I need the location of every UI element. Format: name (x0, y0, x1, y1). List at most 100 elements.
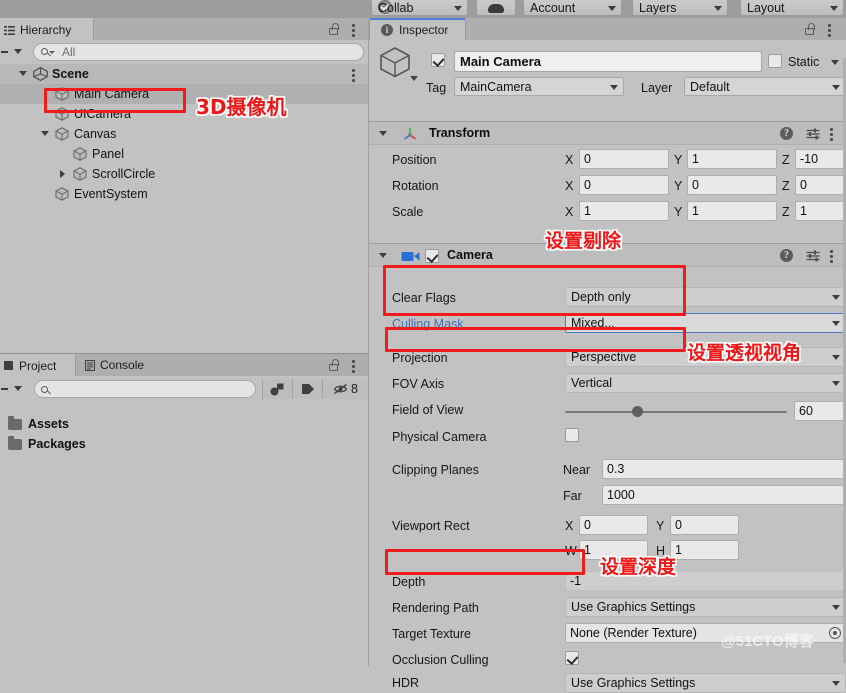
scale-y-input[interactable]: 1 (687, 201, 777, 221)
layer-dropdown[interactable]: Default (684, 77, 846, 96)
rotation-y-input[interactable]: 0 (687, 175, 777, 195)
hierarchy-row-eventsystem[interactable]: EventSystem (0, 184, 368, 204)
gameobject-active-checkbox[interactable] (431, 53, 445, 67)
object-picker-icon[interactable] (829, 627, 841, 639)
project-row-packages[interactable]: Packages (0, 434, 368, 454)
scene-menu-icon[interactable] (352, 69, 356, 84)
rendering-path-dropdown[interactable]: Use Graphics Settings (565, 597, 846, 617)
layer-value: Default (690, 79, 730, 94)
twisty-open-icon[interactable] (41, 131, 49, 136)
field-of-view-input[interactable]: 60 (794, 401, 846, 421)
chevron-down-icon (14, 49, 22, 54)
culling-mask-dropdown[interactable]: Mixed... (565, 313, 846, 333)
filter-by-type-button[interactable] (262, 379, 292, 399)
hierarchy-row-uicamera[interactable]: UICamera (0, 104, 368, 124)
cloud-button[interactable] (476, 0, 516, 16)
hierarchy-panel: Hierarchy All Scene Main Camera UICamera… (0, 18, 369, 353)
near-label: Near (563, 463, 591, 477)
viewport-h-input[interactable]: 1 (670, 540, 739, 560)
tab-console-label: Console (100, 358, 145, 372)
twisty-closed-icon[interactable] (60, 170, 65, 178)
twisty-open-icon[interactable] (379, 253, 387, 258)
tab-hierarchy[interactable]: Hierarchy (0, 18, 94, 40)
hierarchy-row-panel[interactable]: Panel (0, 144, 368, 164)
viewport-x-input[interactable]: 0 (579, 515, 648, 535)
hdr-dropdown[interactable]: Use Graphics Settings (565, 673, 846, 693)
scale-z-input[interactable]: 1 (795, 201, 846, 221)
hierarchy-label-panel: Panel (92, 147, 124, 161)
hierarchy-menu-icon[interactable] (352, 24, 356, 39)
hierarchy-row-scene[interactable]: Scene (0, 64, 368, 84)
chevron-down-icon (832, 355, 840, 360)
occlusion-culling-checkbox[interactable] (565, 651, 579, 665)
layout-button[interactable]: Layout (740, 0, 844, 16)
gameobject-header: Main Camera Static Tag MainCamera Layer … (369, 40, 846, 96)
chevron-down-icon[interactable] (410, 76, 418, 81)
tag-label: Tag (426, 81, 447, 95)
viewport-y-input[interactable]: 0 (670, 515, 739, 535)
camera-enabled-checkbox[interactable] (425, 249, 439, 263)
clipping-far-input[interactable]: 1000 (602, 485, 846, 505)
rotation-x-input[interactable]: 0 (579, 175, 669, 195)
preset-icon[interactable] (806, 250, 820, 262)
transform-component-header[interactable]: Transform ? (369, 121, 846, 145)
physical-camera-checkbox[interactable] (565, 428, 579, 442)
position-z-input[interactable]: -10 (795, 149, 846, 169)
help-icon[interactable]: ? (780, 127, 793, 140)
position-x-input[interactable]: 0 (579, 149, 669, 169)
lock-icon[interactable] (328, 23, 339, 35)
camera-menu-icon[interactable] (830, 250, 834, 265)
hidden-items-count: 8 (351, 382, 358, 396)
static-checkbox[interactable] (768, 54, 782, 68)
tab-project-label: Project (19, 359, 57, 373)
camera-title: Camera (447, 248, 493, 262)
rendering-path-label: Rendering Path (392, 601, 479, 615)
tab-console[interactable]: Console (78, 354, 173, 376)
lock-icon[interactable] (804, 23, 815, 35)
search-icon (41, 48, 48, 55)
position-y-input[interactable]: 1 (687, 149, 777, 169)
field-of-view-slider-knob[interactable] (632, 406, 643, 417)
project-search-input[interactable] (34, 380, 256, 398)
rotation-z-input[interactable]: 0 (795, 175, 846, 195)
gameobject-name-input[interactable]: Main Camera (454, 51, 762, 72)
hierarchy-row-scrollcircle[interactable]: ScrollCircle (0, 164, 368, 184)
project-create-menu-button[interactable] (0, 376, 30, 402)
project-menu-icon[interactable] (352, 360, 356, 375)
create-menu-button[interactable] (0, 40, 30, 64)
clear-flags-value: Depth only (571, 290, 631, 304)
tab-inspector[interactable]: i Inspector (369, 18, 466, 40)
project-row-assets[interactable]: Assets (0, 414, 368, 434)
static-dropdown-arrow[interactable] (831, 60, 839, 65)
rotation-y-value: 0 (692, 178, 699, 192)
viewport-y-label: Y (656, 519, 665, 533)
lock-icon[interactable] (328, 359, 339, 371)
depth-label: Depth (392, 575, 426, 589)
fov-axis-dropdown[interactable]: Vertical (565, 373, 846, 393)
eye-hidden-icon (333, 383, 348, 395)
tag-dropdown[interactable]: MainCamera (454, 77, 624, 96)
account-button[interactable]: Account (523, 0, 622, 16)
clipping-near-input[interactable]: 0.3 (602, 459, 846, 479)
clear-flags-dropdown[interactable]: Depth only (565, 287, 846, 307)
hidden-items-button[interactable]: 8 (322, 379, 368, 399)
tab-project[interactable]: Project (0, 354, 76, 376)
help-icon[interactable]: ? (780, 249, 793, 262)
preset-icon[interactable] (806, 128, 820, 140)
hierarchy-label-scene: Scene (52, 67, 89, 81)
twisty-open-icon[interactable] (19, 71, 27, 76)
hierarchy-row-canvas[interactable]: Canvas (0, 124, 368, 144)
filter-by-label-button[interactable] (292, 379, 322, 399)
field-of-view-slider-track[interactable] (565, 411, 787, 413)
layers-button[interactable]: Layers (632, 0, 728, 16)
hierarchy-row-main-camera[interactable]: Main Camera (0, 84, 368, 104)
twisty-open-icon[interactable] (379, 131, 387, 136)
depth-value: -1 (570, 574, 582, 588)
inspector-menu-icon[interactable] (828, 24, 832, 39)
hierarchy-search-input[interactable]: All (33, 43, 364, 61)
scale-z-axis-label: Z (782, 205, 790, 219)
collab-button[interactable]: Collab (371, 0, 468, 16)
scale-x-input[interactable]: 1 (579, 201, 669, 221)
transform-menu-icon[interactable] (830, 128, 834, 143)
hierarchy-search-row: All (0, 40, 368, 64)
